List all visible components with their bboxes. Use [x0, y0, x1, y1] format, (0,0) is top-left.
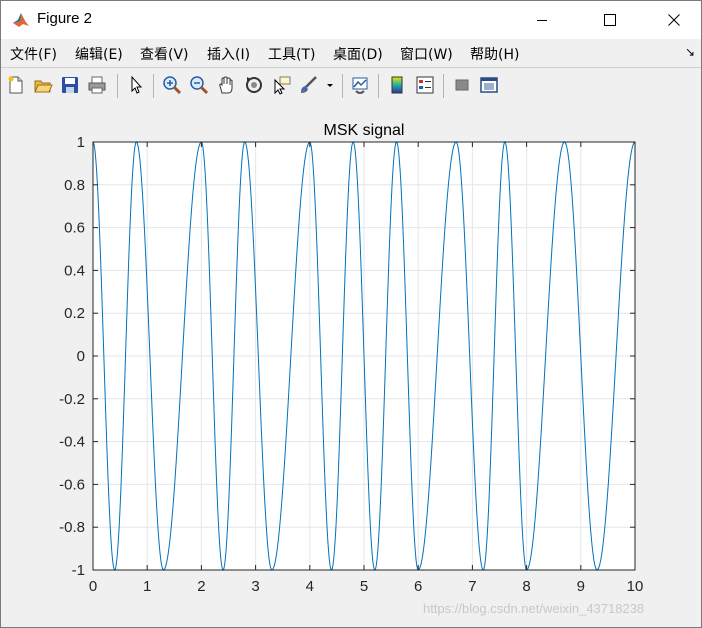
y-tick-labels: -1 -0.8 -0.6 -0.4 -0.2 0 0.2 0.4 0.6 0.8 1: [59, 134, 85, 579]
x-tick-label: 0: [89, 578, 97, 595]
new-figure-button[interactable]: [5, 74, 27, 96]
link-plot-button[interactable]: [349, 74, 371, 96]
y-tick-label: 0.2: [64, 305, 85, 322]
x-tick-label: 9: [577, 578, 585, 595]
x-tick-label: 2: [197, 578, 205, 595]
zoom-out-button[interactable]: [188, 74, 210, 96]
toolbar-separator: [443, 74, 444, 98]
y-tick-label: -1: [72, 562, 85, 579]
y-tick-label: 0: [77, 348, 85, 365]
brush-icon: [301, 76, 317, 93]
y-tick-label: -0.2: [59, 391, 85, 408]
y-tick-label: 0.4: [64, 262, 85, 279]
toolbar-separator: [153, 74, 154, 98]
save-icon: [62, 77, 78, 93]
y-tick-label: -0.6: [59, 476, 85, 493]
print-button[interactable]: [86, 74, 108, 96]
y-tick-label: -0.4: [59, 434, 85, 451]
select-button[interactable]: [125, 74, 147, 96]
open-file-icon: [34, 80, 53, 93]
matlab-logo-icon: [12, 11, 30, 29]
y-tick-label: -0.8: [59, 519, 85, 536]
x-tick-labels: 0 1 2 3 4 5 6 7 8 9 10: [89, 578, 644, 595]
figure-window: Figure 2 文件(F) 编辑(E) 查看(V) 插入(I) 工具(T) 桌…: [0, 0, 702, 628]
rotate-3d-button[interactable]: [243, 74, 265, 96]
menu-file[interactable]: 文件(F): [10, 44, 57, 64]
menu-bar: 文件(F) 编辑(E) 查看(V) 插入(I) 工具(T) 桌面(D) 窗口(W…: [1, 39, 701, 67]
toolbar-separator: [378, 74, 379, 98]
zoom-out-icon: [190, 76, 209, 95]
print-icon: [88, 76, 106, 94]
save-button[interactable]: [59, 74, 81, 96]
menu-window[interactable]: 窗口(W): [400, 44, 453, 64]
y-tick-label: 1: [77, 134, 85, 151]
x-tick-label: 10: [627, 578, 644, 595]
zoom-in-button[interactable]: [161, 74, 183, 96]
show-plot-tools-button[interactable]: [478, 74, 500, 96]
menu-edit[interactable]: 编辑(E): [75, 44, 123, 64]
x-tick-label: 1: [143, 578, 151, 595]
close-icon: [668, 14, 680, 26]
close-button[interactable]: [651, 1, 697, 39]
maximize-icon: [604, 14, 616, 26]
figure-canvas-area: 0 1 2 3 4 5 6 7 8 9 10 -1 -0.8 -0.6 -0.4 -0.2 0 0.2 0.4 0.…: [1, 104, 701, 627]
pan-button[interactable]: [215, 74, 237, 96]
brush-dropdown-button[interactable]: [323, 74, 337, 96]
msk-signal-plot[interactable]: 0 1 2 3 4 5 6 7 8 9 10 -1 -0.8 -0.6 -0.4 -0.2 0 0.2 0.4 0.…: [1, 104, 701, 627]
new-figure-icon: [8, 76, 23, 94]
link-plot-icon: [352, 77, 368, 94]
figure-toolbar: [1, 67, 701, 105]
y-tick-label: 0.6: [64, 220, 85, 237]
legend-icon: [416, 76, 434, 94]
toolbar-separator: [117, 74, 118, 98]
legend-button[interactable]: [414, 74, 436, 96]
x-tick-label: 3: [251, 578, 259, 595]
x-tick-label: 7: [468, 578, 476, 595]
menu-insert[interactable]: 插入(I): [207, 44, 250, 64]
data-cursor-icon: [274, 76, 291, 95]
menu-desktop[interactable]: 桌面(D): [333, 44, 383, 64]
maximize-button[interactable]: [587, 1, 633, 39]
hide-plot-tools-button[interactable]: [451, 74, 473, 96]
colorbar-icon: [391, 76, 403, 94]
menu-tools[interactable]: 工具(T): [268, 44, 315, 64]
hide-plot-tools-icon: [455, 79, 469, 91]
window-title: Figure 2: [37, 10, 93, 27]
rotate-3d-icon: [246, 77, 262, 93]
dock-arrow-icon[interactable]: ↘: [685, 45, 695, 59]
menu-help[interactable]: 帮助(H): [470, 44, 519, 64]
zoom-in-icon: [163, 76, 182, 95]
menu-view[interactable]: 查看(V): [140, 44, 189, 64]
x-tick-label: 8: [522, 578, 530, 595]
x-tick-label: 4: [306, 578, 314, 595]
brush-dropdown-icon: [327, 84, 333, 87]
title-bar[interactable]: Figure 2: [1, 1, 701, 39]
minimize-button[interactable]: [519, 1, 565, 39]
select-arrow-icon: [131, 75, 143, 94]
brush-button[interactable]: [298, 74, 320, 96]
x-tick-label: 5: [360, 578, 368, 595]
data-cursor-button[interactable]: [271, 74, 293, 96]
chart-title: MSK signal: [324, 122, 405, 139]
x-tick-label: 6: [414, 578, 422, 595]
minimize-icon: [537, 20, 547, 21]
toolbar-separator: [342, 74, 343, 98]
show-plot-tools-icon: [480, 77, 498, 93]
y-tick-label: 0.8: [64, 177, 85, 194]
colorbar-button[interactable]: [386, 74, 408, 96]
watermark-text: https://blog.csdn.net/weixin_43718238: [423, 601, 645, 616]
open-file-button[interactable]: [32, 74, 54, 96]
pan-hand-icon: [219, 76, 233, 94]
